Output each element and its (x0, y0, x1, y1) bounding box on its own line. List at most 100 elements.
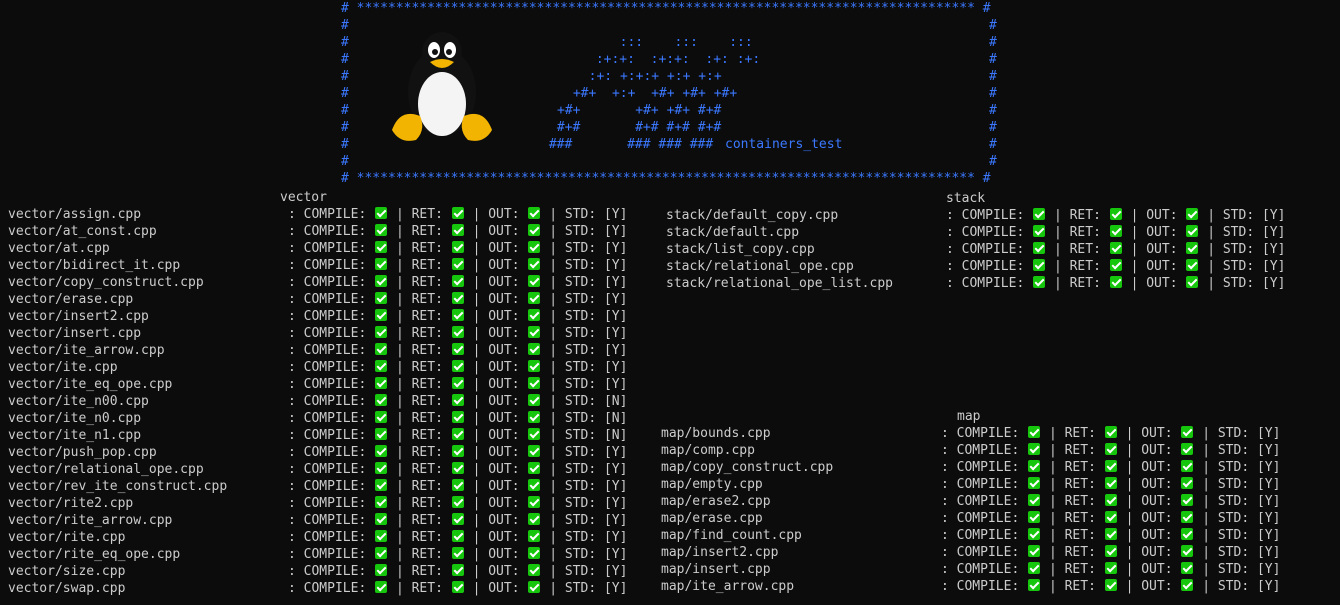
ret-label: | RET: (1048, 477, 1096, 492)
ret-label: | RET: (395, 326, 443, 341)
green-checkmark-icon (1181, 443, 1194, 455)
green-checkmark-icon (528, 411, 541, 423)
ascii-art-line: :+:+: :+:+: :+: :+: (588, 52, 761, 67)
std-value: [Y] (603, 479, 628, 494)
std-label: | STD: (549, 564, 597, 579)
std-value: [Y] (603, 377, 628, 392)
ret-label: | RET: (395, 377, 443, 392)
test-result: : COMPILE: | RET: | OUT: | STD: [Y] (288, 223, 627, 240)
test-result: : COMPILE: | RET: | OUT: | STD: [Y] (946, 224, 1285, 241)
green-checkmark-icon (528, 377, 541, 389)
green-checkmark-icon (1033, 259, 1046, 271)
out-label: | OUT: (1125, 460, 1173, 475)
green-checkmark-icon (528, 496, 541, 508)
out-label: | OUT: (1125, 528, 1173, 543)
green-checkmark-icon (375, 462, 388, 474)
test-name: vector/rite_eq_ope.cpp (8, 547, 181, 562)
banner-bottom-border: # **************************************… (341, 171, 991, 186)
test-result: : COMPILE: | RET: | OUT: | STD: [Y] (288, 240, 627, 257)
std-label: | STD: (549, 292, 597, 307)
compile-label: : COMPILE: (288, 326, 367, 341)
test-result: : COMPILE: | RET: | OUT: | STD: [Y] (941, 544, 1280, 561)
compile-label: : COMPILE: (941, 477, 1020, 492)
test-result: : COMPILE: | RET: | OUT: | STD: [Y] (941, 425, 1280, 442)
green-checkmark-icon (451, 479, 464, 491)
std-label: | STD: (549, 241, 597, 256)
test-name: map/bounds.cpp (661, 426, 771, 441)
test-result: : COMPILE: | RET: | OUT: | STD: [N] (288, 427, 627, 444)
std-label: | STD: (549, 445, 597, 460)
test-name: stack/relational_ope.cpp (666, 259, 854, 274)
banner-side-left: # (341, 35, 349, 50)
green-checkmark-icon (451, 224, 464, 236)
std-value: [Y] (1256, 494, 1281, 509)
compile-label: : COMPILE: (941, 494, 1020, 509)
out-label: | OUT: (472, 309, 520, 324)
test-result: : COMPILE: | RET: | OUT: | STD: [Y] (288, 325, 627, 342)
green-checkmark-icon (451, 530, 464, 542)
green-checkmark-icon (528, 241, 541, 253)
test-name: stack/default_copy.cpp (666, 208, 839, 223)
test-name: vector/insert2.cpp (8, 309, 149, 324)
compile-label: : COMPILE: (946, 259, 1025, 274)
std-label: | STD: (549, 496, 597, 511)
green-checkmark-icon (375, 564, 388, 576)
std-value: [Y] (603, 581, 628, 596)
test-name: vector/size.cpp (8, 564, 126, 579)
green-checkmark-icon (451, 581, 464, 593)
compile-label: : COMPILE: (288, 513, 367, 528)
banner-side-left: # (341, 69, 349, 84)
green-checkmark-icon (1028, 545, 1041, 557)
ret-label: | RET: (1048, 545, 1096, 560)
test-result: : COMPILE: | RET: | OUT: | STD: [Y] (288, 495, 627, 512)
compile-label: : COMPILE: (288, 343, 367, 358)
ret-label: | RET: (395, 496, 443, 511)
std-label: | STD: (1202, 511, 1250, 526)
ret-label: | RET: (395, 275, 443, 290)
green-checkmark-icon (528, 564, 541, 576)
compile-label: : COMPILE: (941, 545, 1020, 560)
ret-label: | RET: (395, 394, 443, 409)
compile-label: : COMPILE: (288, 445, 367, 460)
out-label: | OUT: (472, 462, 520, 477)
green-checkmark-icon (375, 258, 388, 270)
out-label: | OUT: (472, 445, 520, 460)
green-checkmark-icon (451, 377, 464, 389)
test-result: : COMPILE: | RET: | OUT: | STD: [Y] (288, 563, 627, 580)
ret-label: | RET: (1053, 242, 1101, 257)
test-result: : COMPILE: | RET: | OUT: | STD: [Y] (288, 512, 627, 529)
compile-label: : COMPILE: (946, 242, 1025, 257)
test-name: vector/ite_n0.cpp (8, 411, 142, 426)
out-label: | OUT: (472, 513, 520, 528)
green-checkmark-icon (375, 224, 388, 236)
green-checkmark-icon (528, 292, 541, 304)
test-name: vector/bidirect_it.cpp (8, 258, 181, 273)
ret-label: | RET: (395, 513, 443, 528)
green-checkmark-icon (375, 530, 388, 542)
std-value: [Y] (1261, 259, 1286, 274)
std-label: | STD: (549, 377, 597, 392)
green-checkmark-icon (375, 377, 388, 389)
test-result: : COMPILE: | RET: | OUT: | STD: [N] (288, 393, 627, 410)
ret-label: | RET: (395, 428, 443, 443)
test-name: map/erase.cpp (661, 511, 763, 526)
compile-label: : COMPILE: (946, 276, 1025, 291)
std-value: [Y] (1256, 477, 1281, 492)
green-checkmark-icon (375, 496, 388, 508)
green-checkmark-icon (451, 309, 464, 321)
test-name: vector/rite.cpp (8, 530, 126, 545)
ret-label: | RET: (395, 258, 443, 273)
green-checkmark-icon (451, 360, 464, 372)
compile-label: : COMPILE: (288, 258, 367, 273)
test-name: map/find_count.cpp (661, 528, 802, 543)
green-checkmark-icon (528, 343, 541, 355)
compile-label: : COMPILE: (941, 460, 1020, 475)
out-label: | OUT: (472, 292, 520, 307)
out-label: | OUT: (1125, 579, 1173, 594)
std-label: | STD: (549, 462, 597, 477)
std-label: | STD: (1207, 276, 1255, 291)
test-result: : COMPILE: | RET: | OUT: | STD: [Y] (941, 459, 1280, 476)
test-result: : COMPILE: | RET: | OUT: | STD: [Y] (946, 275, 1285, 292)
out-label: | OUT: (472, 360, 520, 375)
out-label: | OUT: (472, 326, 520, 341)
